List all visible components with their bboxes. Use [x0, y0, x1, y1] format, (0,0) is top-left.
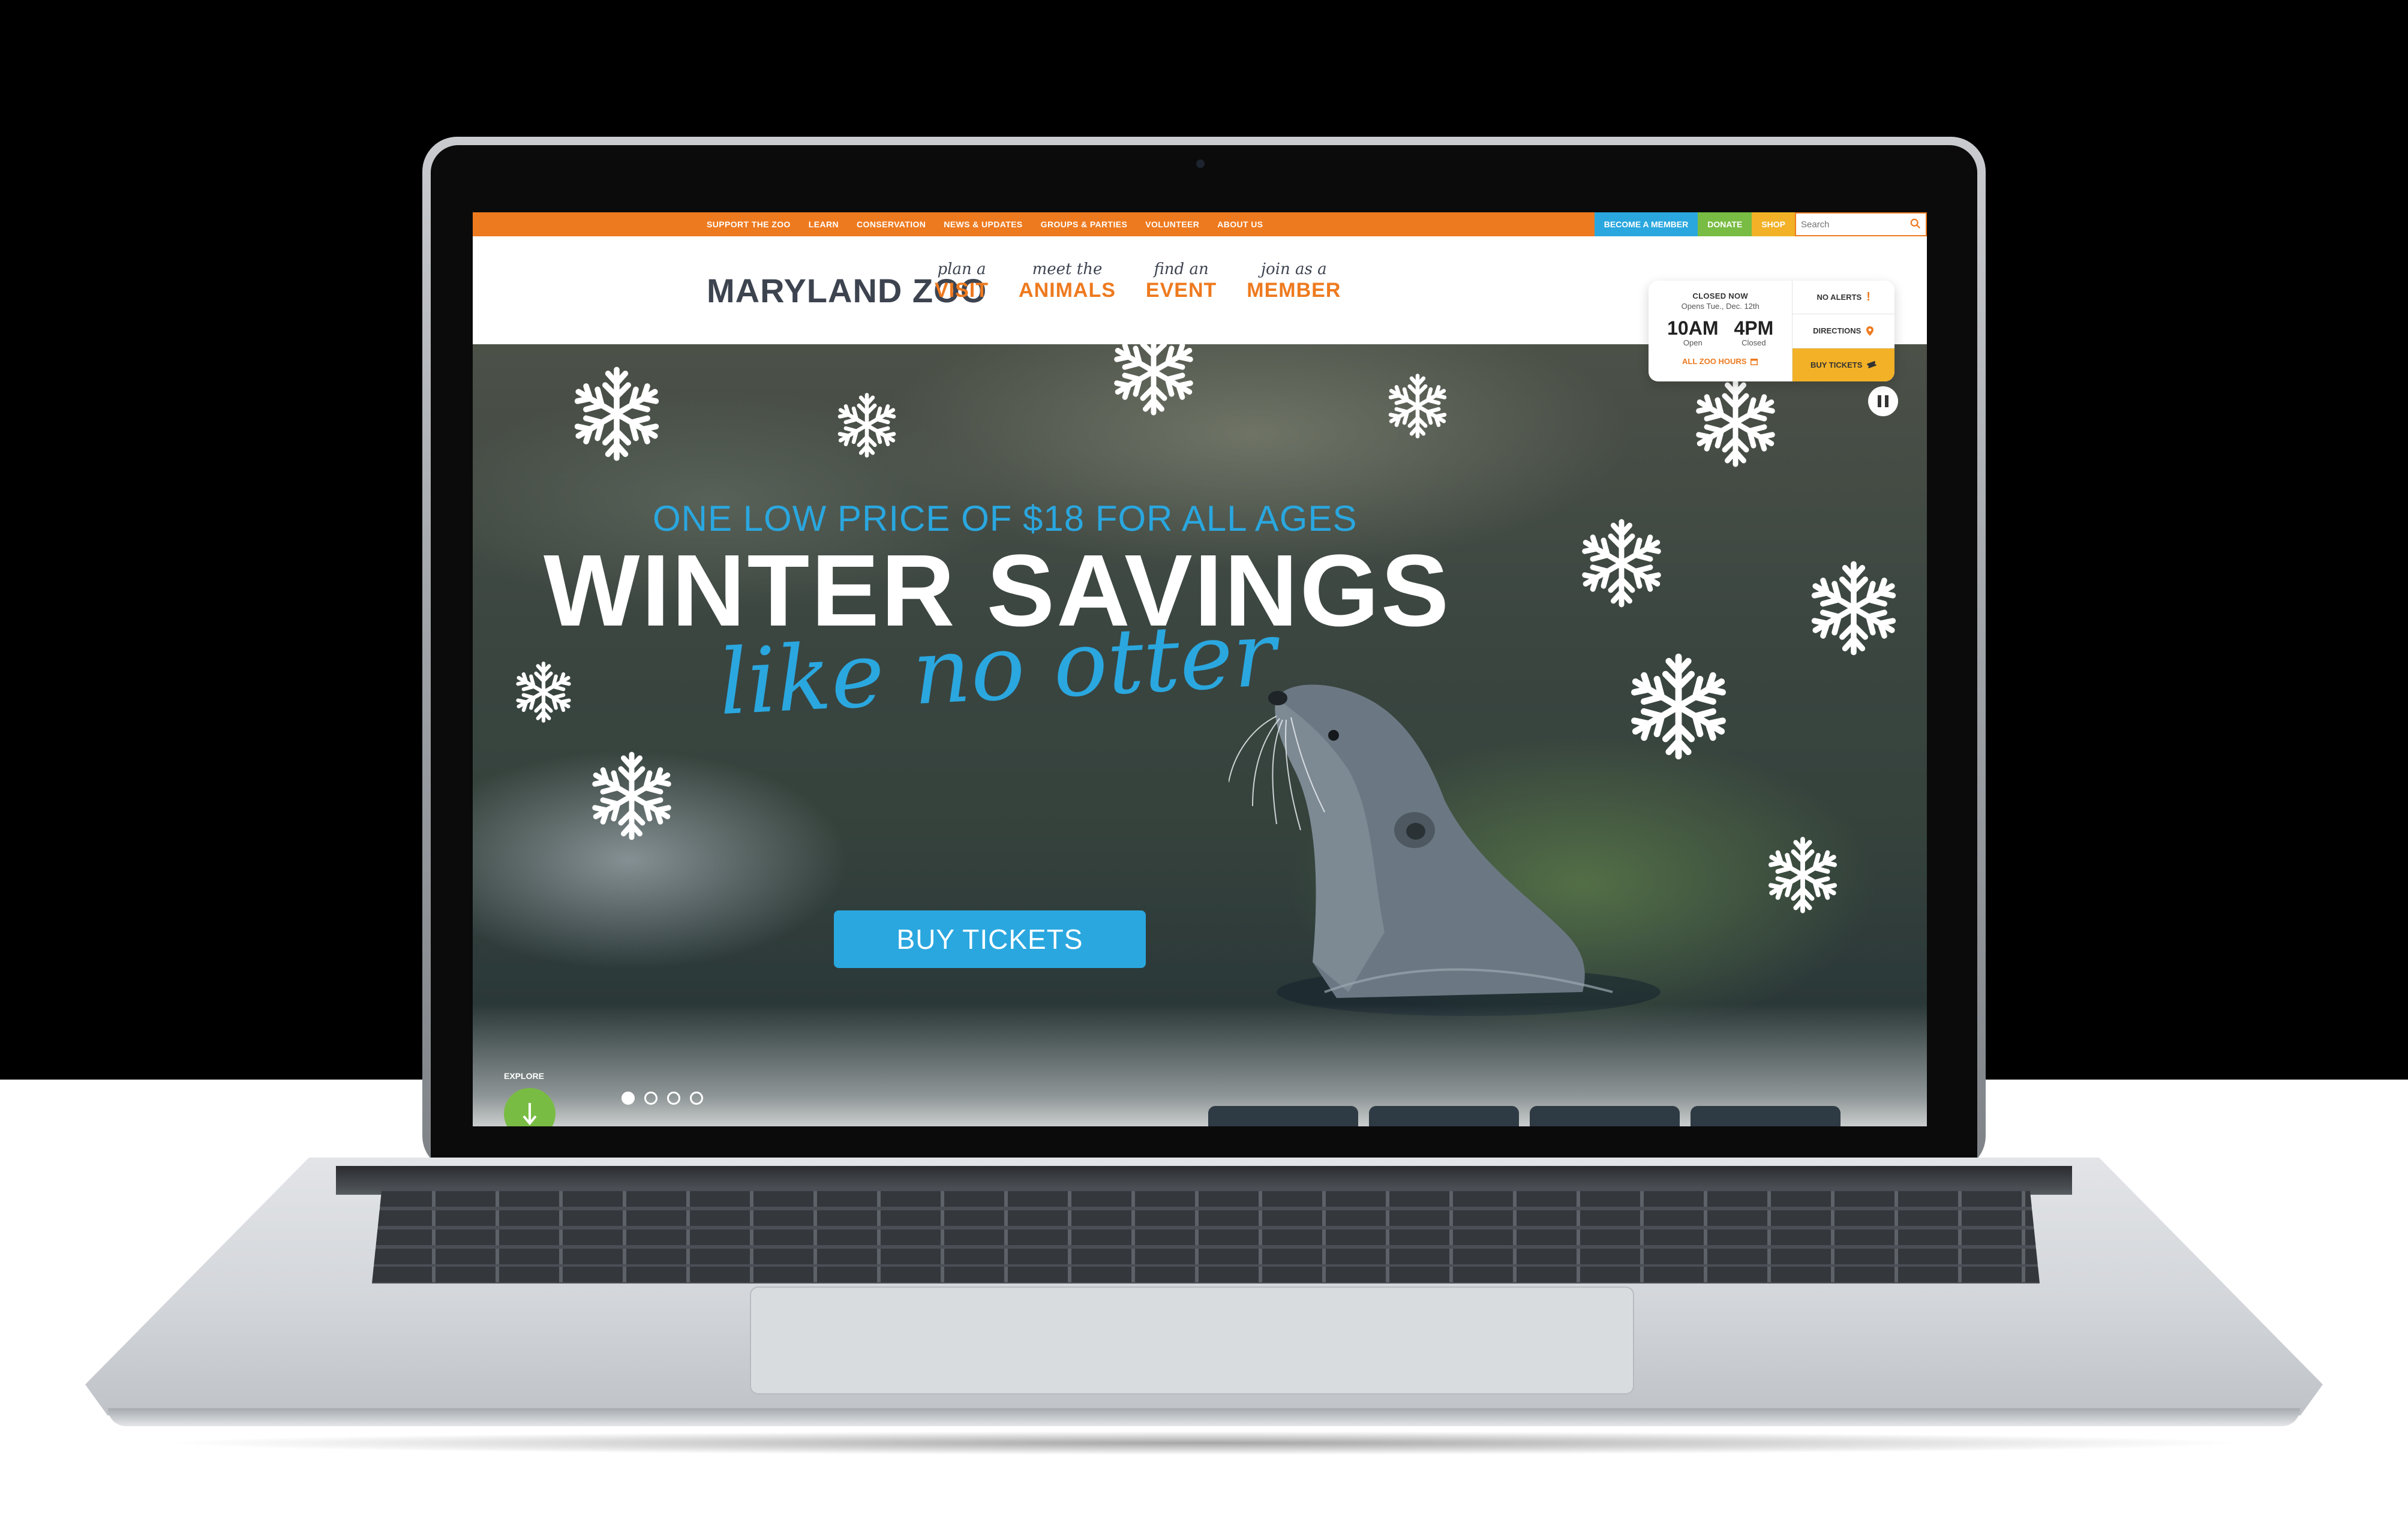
snowflake-icon: [1806, 560, 1902, 656]
slide-dot-4[interactable]: [690, 1092, 703, 1105]
util-link-news[interactable]: NEWS & UPDATES: [944, 220, 1022, 229]
snowflake-icon: [1109, 344, 1199, 416]
feature-tab[interactable]: [1208, 1106, 1358, 1126]
base-lip: [108, 1408, 2300, 1426]
nav-member-label: MEMBER: [1247, 279, 1341, 302]
snowflake-icon: [569, 366, 665, 462]
nav-animals-label: ANIMALS: [1019, 279, 1116, 302]
donate-button[interactable]: DONATE: [1698, 212, 1752, 236]
arrow-down-icon: [523, 1103, 537, 1126]
snowflake-icon: [1577, 518, 1667, 608]
directions-label: DIRECTIONS: [1813, 326, 1861, 336]
util-link-learn[interactable]: LEARN: [809, 220, 839, 229]
hero-subhead: ONE LOW PRICE OF $18 FOR ALL AGES: [653, 498, 1358, 539]
otter-photo: [1229, 684, 1661, 1016]
feature-tab[interactable]: [1691, 1106, 1840, 1126]
slide-indicators: [621, 1092, 703, 1105]
open-label: Open: [1683, 338, 1703, 347]
key-row: [372, 1267, 2040, 1282]
shop-button[interactable]: SHOP: [1752, 212, 1795, 236]
key-row: [372, 1230, 2040, 1245]
feature-tab[interactable]: [1530, 1106, 1680, 1126]
website-screen: SUPPORT THE ZOO LEARN CONSERVATION NEWS …: [473, 212, 1927, 1126]
laptop-shadow: [156, 1431, 2252, 1455]
buy-tickets-button[interactable]: BUY TICKETS: [834, 910, 1146, 968]
calendar-icon: [1751, 358, 1758, 365]
feature-tabs: [1208, 1106, 1840, 1126]
all-hours-label: ALL ZOO HOURS: [1682, 357, 1747, 366]
all-zoo-hours-link[interactable]: ALL ZOO HOURS: [1682, 357, 1758, 366]
key-row: [372, 1210, 2040, 1226]
status-text: CLOSED NOW: [1692, 291, 1748, 300]
slide-dot-2[interactable]: [644, 1092, 657, 1105]
util-link-about[interactable]: ABOUT US: [1217, 220, 1263, 229]
main-header: MARYLAND ZOO plan a VISIT meet the ANIMA…: [473, 236, 1927, 381]
snowflake-icon: [512, 661, 575, 723]
main-nav: plan a VISIT meet the ANIMALS find an EV…: [935, 260, 1341, 302]
map-pin-icon: [1866, 326, 1874, 336]
utility-links: SUPPORT THE ZOO LEARN CONSERVATION NEWS …: [707, 212, 1263, 236]
explore-label: EXPLORE: [504, 1071, 544, 1081]
quick-links: NO ALERTS ! DIRECTIONS BUY TICKETS: [1792, 281, 1894, 381]
become-member-button[interactable]: BECOME A MEMBER: [1594, 212, 1698, 236]
slide-dot-1[interactable]: [621, 1092, 635, 1105]
search-icon[interactable]: [1910, 218, 1921, 229]
hero-banner: ONE LOW PRICE OF $18 FOR ALL AGES WINTER…: [473, 344, 1927, 1126]
utility-actions: BECOME A MEMBER DONATE SHOP: [1594, 212, 1927, 236]
screen-bezel: SUPPORT THE ZOO LEARN CONSERVATION NEWS …: [431, 145, 1977, 1171]
nav-member[interactable]: join as a MEMBER: [1247, 260, 1341, 302]
nav-animals[interactable]: meet the ANIMALS: [1019, 260, 1116, 302]
trackpad: [750, 1286, 1634, 1394]
alerts-label: NO ALERTS: [1816, 293, 1862, 302]
util-link-conservation[interactable]: CONSERVATION: [857, 220, 926, 229]
snowflake-icon: [834, 392, 900, 458]
search-input[interactable]: [1800, 214, 1904, 235]
search-box: [1795, 212, 1927, 236]
keyboard: [372, 1188, 2040, 1283]
close-time-block: 4PM Closed: [1734, 318, 1773, 347]
pause-icon: [1885, 395, 1888, 407]
close-time: 4PM: [1734, 317, 1774, 339]
util-link-support[interactable]: SUPPORT THE ZOO: [707, 220, 791, 229]
laptop-lid: SUPPORT THE ZOO LEARN CONSERVATION NEWS …: [422, 137, 1986, 1171]
opens-text: Opens Tue., Dec. 12th: [1681, 302, 1760, 311]
pause-icon: [1878, 395, 1881, 407]
nav-event[interactable]: find an EVENT: [1146, 260, 1217, 302]
nav-visit[interactable]: plan a VISIT: [935, 260, 989, 302]
nav-visit-label: VISIT: [935, 279, 989, 302]
nav-animals-script: meet the: [1032, 260, 1103, 278]
close-label: Closed: [1742, 338, 1766, 347]
key-row: [372, 1249, 2040, 1264]
directions-link[interactable]: DIRECTIONS: [1793, 314, 1894, 348]
snowflake-icon: [587, 751, 677, 841]
util-link-volunteer[interactable]: VOLUNTEER: [1145, 220, 1199, 229]
nav-visit-script: plan a: [937, 260, 986, 278]
snowflake-icon: [1625, 653, 1733, 761]
nav-event-script: find an: [1154, 260, 1209, 278]
utility-bar: SUPPORT THE ZOO LEARN CONSERVATION NEWS …: [473, 212, 1927, 236]
open-time-block: 10AM Open: [1667, 318, 1718, 347]
snowflake-icon: [1764, 836, 1842, 914]
nav-member-script: join as a: [1261, 260, 1327, 278]
alert-icon: !: [1866, 290, 1870, 304]
nav-event-label: EVENT: [1145, 279, 1217, 302]
snowflake-icon: [1691, 378, 1781, 468]
feature-tab[interactable]: [1369, 1106, 1519, 1126]
ticket-icon: [1867, 361, 1877, 369]
open-time: 10AM: [1667, 317, 1719, 339]
snowflake-icon: [1385, 373, 1451, 439]
hours-panel: CLOSED NOW Opens Tue., Dec. 12th 10AM Op…: [1649, 281, 1792, 381]
buy-tickets-link[interactable]: BUY TICKETS: [1793, 348, 1894, 381]
util-link-groups[interactable]: GROUPS & PARTIES: [1041, 220, 1128, 229]
pause-button[interactable]: [1868, 386, 1898, 416]
slide-dot-3[interactable]: [667, 1092, 680, 1105]
camera-icon: [1196, 160, 1205, 168]
hours-times: 10AM Open 4PM Closed: [1667, 318, 1773, 347]
hours-info-card: CLOSED NOW Opens Tue., Dec. 12th 10AM Op…: [1649, 281, 1894, 381]
buy-tickets-label: BUY TICKETS: [1810, 360, 1863, 369]
key-row: [372, 1191, 2040, 1207]
alerts-link[interactable]: NO ALERTS !: [1793, 281, 1894, 315]
